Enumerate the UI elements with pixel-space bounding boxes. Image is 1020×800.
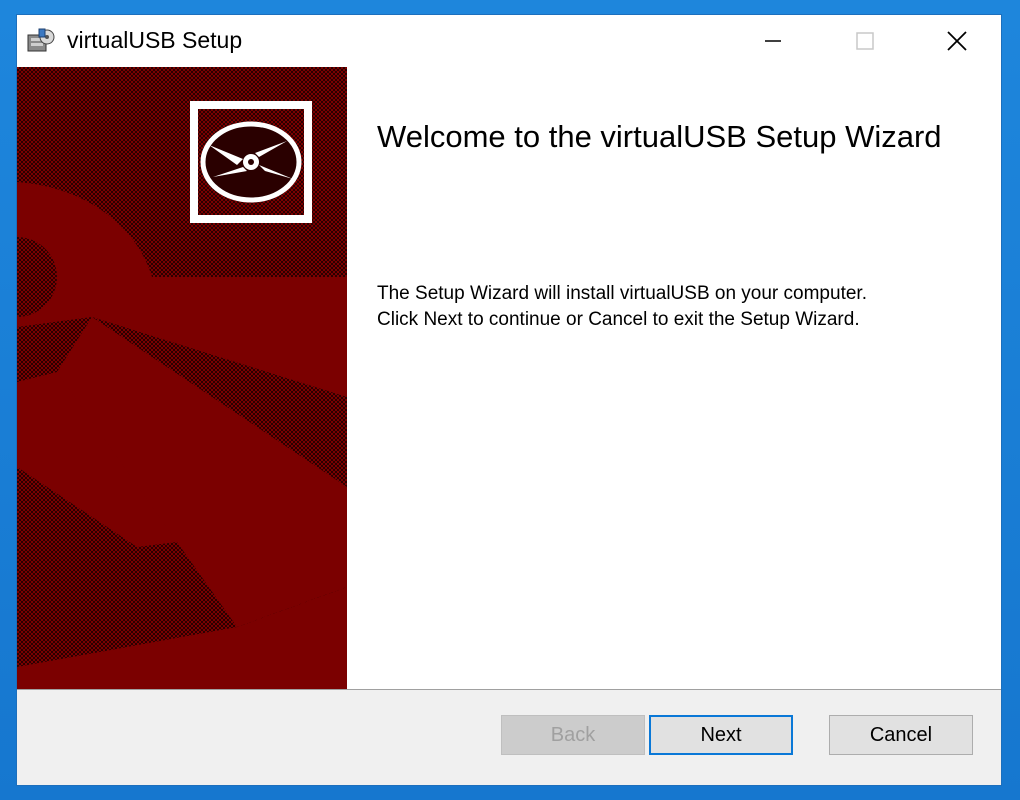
minimize-button[interactable]: [727, 15, 819, 67]
wizard-banner: [17, 67, 347, 689]
welcome-heading: Welcome to the virtualUSB Setup Wizard: [377, 119, 942, 154]
minimize-icon: [765, 40, 781, 42]
cancel-button[interactable]: Cancel: [829, 715, 973, 755]
title-bar[interactable]: virtualUSB Setup: [17, 15, 1001, 67]
next-button[interactable]: Next: [649, 715, 793, 755]
description-line-2: Click Next to continue or Cancel to exit…: [377, 309, 860, 330]
installer-app-icon: [25, 27, 57, 55]
maximize-icon: [856, 32, 874, 50]
welcome-description: The Setup Wizard will install virtualUSB…: [377, 281, 867, 333]
close-button[interactable]: [911, 15, 1001, 67]
banner-artwork: [17, 67, 347, 689]
maximize-button[interactable]: [819, 15, 911, 67]
disc-icon: [200, 121, 302, 203]
close-icon: [947, 31, 967, 51]
description-line-1: The Setup Wizard will install virtualUSB…: [377, 283, 867, 304]
window-title: virtualUSB Setup: [67, 27, 243, 53]
back-button[interactable]: Back: [501, 715, 645, 755]
setup-window: virtualUSB Setup Welcome to the virtualU…: [16, 14, 1002, 786]
